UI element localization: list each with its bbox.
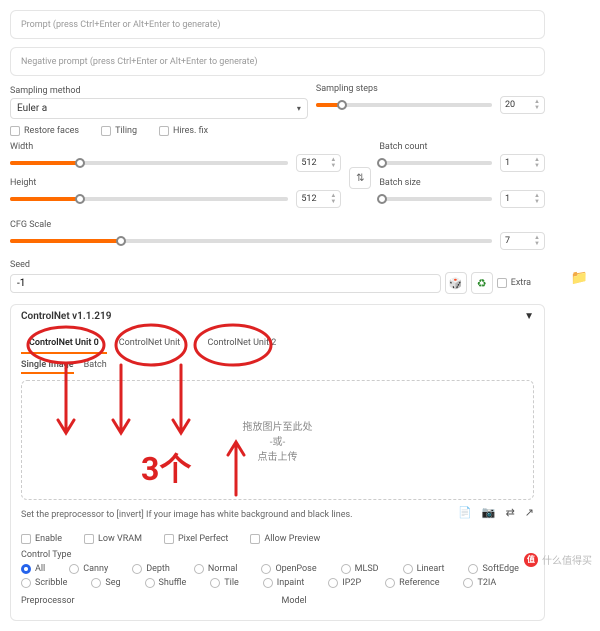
height-label: Height — [10, 178, 341, 188]
batch-count-slider[interactable] — [379, 161, 492, 165]
seed-random-button[interactable]: 🎲 — [445, 272, 467, 294]
control-type-seg[interactable]: Seg — [91, 578, 120, 588]
subtab-batch[interactable]: Batch — [84, 360, 107, 374]
controlnet-tab-2[interactable]: ControlNet Unit 2 — [200, 334, 285, 354]
subtab-single-image[interactable]: Single Image — [21, 360, 74, 374]
image-dropzone[interactable]: 拖放图片至此处 -或- 点击上传 — [21, 380, 534, 500]
width-slider[interactable] — [10, 161, 288, 165]
seed-reuse-button[interactable]: ♻ — [471, 272, 493, 294]
dice-icon: 🎲 — [449, 277, 463, 290]
controlnet-title: ControlNet v1.1.219 — [21, 311, 111, 322]
document-icon[interactable]: 📄 — [458, 506, 472, 519]
seed-extra-checkbox[interactable]: Extra — [497, 278, 531, 288]
lowvram-checkbox[interactable]: Low VRAM — [84, 534, 142, 544]
watermark: 值什么值得买 — [524, 552, 592, 567]
cfg-value[interactable]: 7▲▼ — [500, 232, 545, 250]
control-type-scribble[interactable]: Scribble — [21, 578, 67, 588]
sampling-method-label: Sampling method — [10, 86, 308, 96]
batch-count-value[interactable]: 1▲▼ — [500, 154, 545, 172]
control-type-reference[interactable]: Reference — [385, 578, 439, 588]
restore-faces-checkbox[interactable]: Restore faces — [10, 126, 79, 136]
prompt-input[interactable]: Prompt (press Ctrl+Enter or Alt+Enter to… — [10, 10, 545, 39]
invert-hint: Set the preprocessor to [invert] If your… — [21, 510, 450, 520]
tiling-checkbox[interactable]: Tiling — [101, 126, 137, 136]
folder-icon[interactable]: 📁 — [571, 270, 588, 286]
control-type-ip2p[interactable]: IP2P — [328, 578, 361, 588]
allowpreview-checkbox[interactable]: Allow Preview — [250, 534, 320, 544]
chevron-down-icon[interactable]: ▼ — [524, 311, 534, 322]
seed-input[interactable] — [10, 274, 441, 293]
control-type-shuffle[interactable]: Shuffle — [145, 578, 187, 588]
sampling-steps-label: Sampling steps — [316, 84, 545, 94]
controlnet-tab-0[interactable]: ControlNet Unit 0 — [21, 334, 107, 354]
enable-checkbox[interactable]: Enable — [21, 534, 62, 544]
pixelperfect-checkbox[interactable]: Pixel Perfect — [164, 534, 228, 544]
batch-size-slider[interactable] — [379, 197, 492, 201]
width-value[interactable]: 512▲▼ — [296, 154, 341, 172]
send-icon[interactable]: ↗ — [525, 506, 534, 519]
control-type-inpaint[interactable]: Inpaint — [263, 578, 304, 588]
width-label: Width — [10, 142, 341, 152]
negative-prompt-input[interactable]: Negative prompt (press Ctrl+Enter or Alt… — [10, 47, 545, 76]
model-label: Model — [282, 596, 535, 606]
chevron-down-icon: ▾ — [297, 104, 301, 113]
batch-size-label: Batch size — [379, 178, 545, 188]
sampling-method-dropdown[interactable]: Euler a▾ — [10, 98, 308, 119]
controlnet-tab-1[interactable]: ControlNet Unit 1 — [111, 334, 196, 354]
control-type-label: Control Type — [21, 550, 534, 560]
sampling-steps-value[interactable]: 20▲▼ — [500, 96, 545, 114]
sampling-steps-slider[interactable] — [316, 103, 492, 107]
controlnet-accordion: ControlNet v1.1.219 ▼ ControlNet Unit 0 … — [10, 304, 545, 621]
cfg-label: CFG Scale — [10, 220, 545, 230]
hires-fix-checkbox[interactable]: Hires. fix — [159, 126, 208, 136]
recycle-icon: ♻ — [477, 277, 487, 290]
control-type-t2ia[interactable]: T2IA — [463, 578, 496, 588]
batch-size-value[interactable]: 1▲▼ — [500, 190, 545, 208]
cfg-slider[interactable] — [10, 239, 492, 243]
seed-label: Seed — [10, 260, 545, 270]
height-slider[interactable] — [10, 197, 288, 201]
batch-count-label: Batch count — [379, 142, 545, 152]
swap-icon[interactable]: ⇄ — [506, 506, 515, 519]
camera-icon[interactable]: 📷 — [482, 506, 496, 519]
control-type-tile[interactable]: Tile — [210, 578, 239, 588]
height-value[interactable]: 512▲▼ — [296, 190, 341, 208]
preprocessor-label: Preprocessor — [21, 596, 274, 606]
swap-dimensions-button[interactable]: ⇅ — [349, 167, 371, 189]
